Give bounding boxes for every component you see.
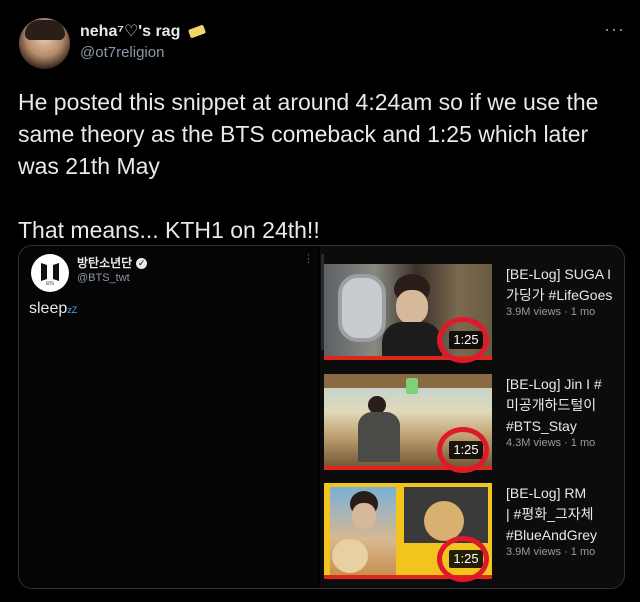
user-handle[interactable]: @ot7religion (80, 44, 164, 61)
bts-logo-icon: BTS (31, 254, 69, 292)
embedded-account-name-text: 방탄소년단 (77, 256, 133, 270)
highlight-circle (437, 427, 489, 473)
tweet-paragraph-1: He posted this snippet at around 4:24am … (18, 89, 599, 179)
highlight-circle (437, 536, 489, 582)
tweet-paragraph-2: That means... KTH1 on 24th!! (18, 217, 320, 243)
embedded-account-handle: @BTS_twt (77, 272, 130, 284)
video-views: 3.9M views · 1 mo (506, 306, 596, 318)
bts-logo-text: BTS (46, 281, 54, 286)
video-card[interactable]: 1:25 [BE-Log] Jin I # 미공개하드털이 #BTS_Stay … (320, 374, 624, 474)
video-list: 1:25 [BE-Log] SUGA I 가딩가 #LifeGoes 3.9M … (320, 246, 624, 588)
video-title[interactable]: [BE-Log] SUGA I 가딩가 #LifeGoes (506, 264, 624, 306)
sleep-text: sleep (29, 300, 68, 317)
video-views: 3.9M views · 1 mo (506, 546, 596, 558)
tweet-text: He posted this snippet at around 4:24am … (18, 86, 628, 246)
embedded-account-name: 방탄소년단 ✓ (77, 254, 148, 271)
tweet-media-image[interactable]: BTS 방탄소년단 ✓ @BTS_twt ⋮ sleepzZ 1:25 [BE-L… (18, 245, 625, 589)
avatar[interactable] (19, 18, 70, 69)
more-options-icon[interactable]: ··· (604, 19, 625, 40)
video-views: 4.3M views · 1 mo (506, 437, 596, 449)
display-name[interactable]: neha⁷♡'s rag (80, 21, 206, 41)
embedded-post-text: sleepzZ (29, 300, 77, 318)
verified-badge-icon: ✓ (136, 258, 148, 269)
video-card[interactable]: 1:25 [BE-Log] RM | #평화_그자체 #BlueAndGrey … (320, 483, 624, 583)
video-card[interactable]: 1:25 [BE-Log] SUGA I 가딩가 #LifeGoes 3.9M … (320, 264, 624, 364)
embedded-tweet: BTS 방탄소년단 ✓ @BTS_twt ⋮ sleepzZ (19, 246, 319, 588)
butter-emoji-icon (187, 24, 206, 39)
video-title[interactable]: [BE-Log] RM | #평화_그자체 #BlueAndGrey (506, 483, 624, 546)
highlight-circle (437, 317, 489, 363)
display-name-text: neha⁷♡'s rag (80, 23, 181, 40)
video-title[interactable]: [BE-Log] Jin I # 미공개하드털이 #BTS_Stay (506, 374, 624, 437)
zzz-emoji: zZ (67, 305, 78, 315)
embedded-more-icon: ⋮ (303, 253, 314, 265)
